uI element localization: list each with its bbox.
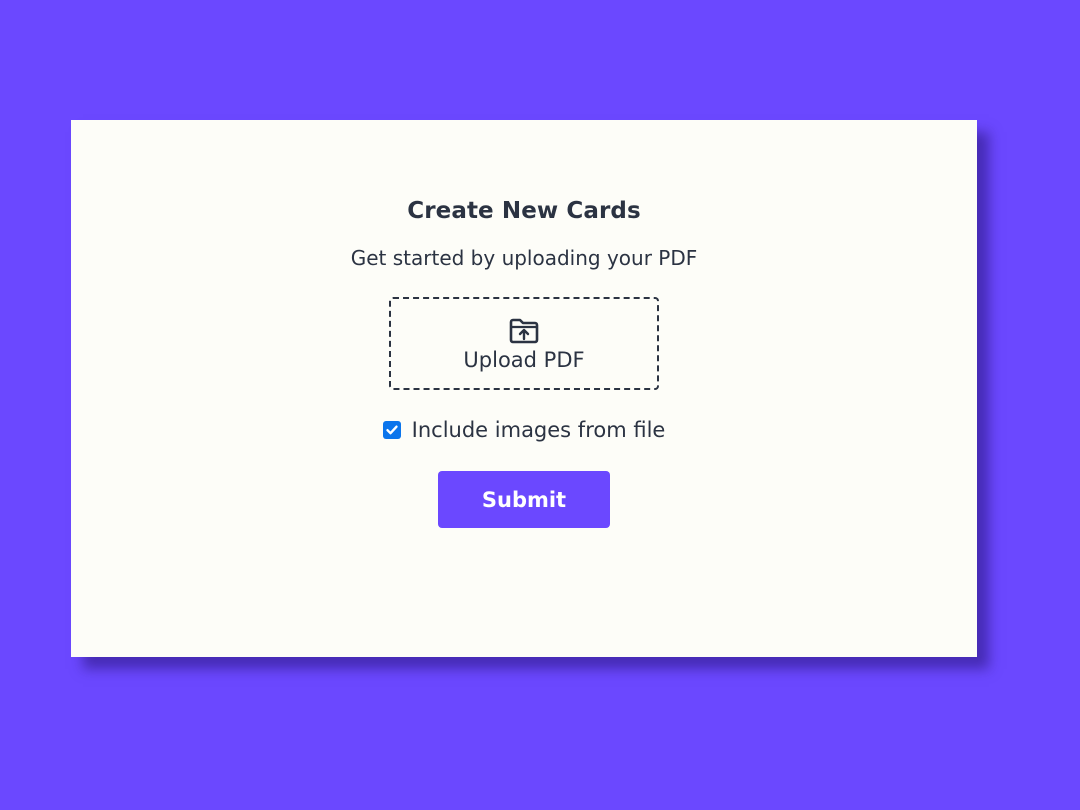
create-cards-panel: Create New Cards Get started by uploadin… (71, 120, 977, 657)
checkmark-icon (385, 425, 398, 435)
page-subtitle: Get started by uploading your PDF (350, 246, 698, 270)
include-images-checkbox[interactable] (382, 421, 401, 439)
include-images-label[interactable]: Include images from file (412, 418, 666, 442)
folder-upload-icon (509, 318, 539, 343)
upload-pdf-dropzone[interactable]: Upload PDF (389, 297, 659, 390)
include-images-option: Include images from file (382, 418, 666, 442)
page-title: Create New Cards (407, 198, 641, 224)
submit-button[interactable]: Submit (438, 471, 610, 528)
upload-pdf-label: Upload PDF (463, 347, 585, 372)
